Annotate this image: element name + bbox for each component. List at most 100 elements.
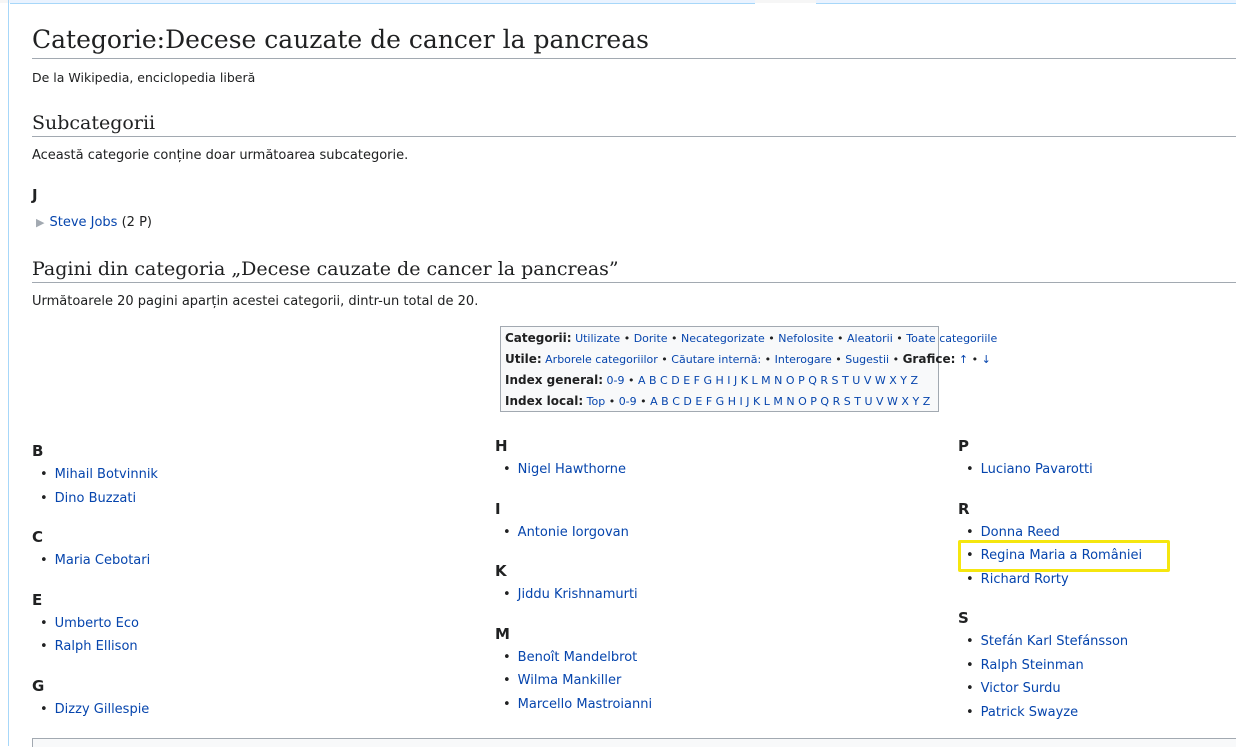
list-item: • Patrick Swayze <box>966 705 1078 720</box>
page-link-dino-buzzati[interactable]: Dino Buzzati <box>55 491 136 506</box>
subcategories-heading: Subcategorii <box>32 110 1236 137</box>
index-link-general-p[interactable]: P <box>798 374 805 387</box>
index-link-local-h[interactable]: H <box>728 395 736 408</box>
page-link-nigel-hawthorne[interactable]: Nigel Hawthorne <box>518 462 626 477</box>
page-link-umberto-eco[interactable]: Umberto Eco <box>55 616 139 631</box>
index-link-local-s[interactable]: S <box>844 395 851 408</box>
index-link-local-top[interactable]: Top <box>587 395 606 408</box>
index-link-general-r[interactable]: R <box>820 374 828 387</box>
subcategory-link-steve-jobs[interactable]: Steve Jobs <box>49 215 117 230</box>
page-link-maria-cebotari[interactable]: Maria Cebotari <box>55 553 151 568</box>
bullet: • <box>40 701 48 717</box>
page-link-marcello-mastroianni[interactable]: Marcello Mastroianni <box>518 697 652 712</box>
index-link-local-i[interactable]: I <box>739 395 742 408</box>
index-link-general-u[interactable]: U <box>852 374 860 387</box>
index-link-local-z[interactable]: Z <box>923 395 931 408</box>
index-link-general-t[interactable]: T <box>842 374 849 387</box>
index-link-local-v[interactable]: V <box>876 395 884 408</box>
page-link-wilma-mankiller[interactable]: Wilma Mankiller <box>518 673 622 688</box>
page-link-ralph-ellison[interactable]: Ralph Ellison <box>55 639 138 654</box>
index-link-cat-toate-categoriile[interactable]: Toate categoriile <box>906 332 997 345</box>
bullet: • <box>966 524 974 540</box>
index-link-general-e[interactable]: E <box>683 374 690 387</box>
index-link-local-m[interactable]: M <box>773 395 783 408</box>
index-link-local-w[interactable]: W <box>887 395 898 408</box>
index-link-general-q[interactable]: Q <box>808 374 817 387</box>
index-link-local-g[interactable]: G <box>716 395 725 408</box>
pages-intro: Următoarele 20 pagini aparțin acestei ca… <box>32 294 479 309</box>
index-link-cat-necategorizate[interactable]: Necategorizate <box>681 332 765 345</box>
index-link-general-x[interactable]: X <box>889 374 897 387</box>
arrow-up-icon[interactable]: ↑ <box>959 353 968 366</box>
index-link-general-k[interactable]: K <box>741 374 748 387</box>
index-link-general-v[interactable]: V <box>864 374 872 387</box>
index-link-general-a[interactable]: A <box>638 374 646 387</box>
index-link-general-g[interactable]: G <box>703 374 712 387</box>
index-link-local-q[interactable]: Q <box>820 395 829 408</box>
letter-heading-b: B <box>32 442 44 460</box>
index-link-general-b[interactable]: B <box>649 374 657 387</box>
index-link-utile-sugestii[interactable]: Sugestii <box>845 353 889 366</box>
index-link-general-h[interactable]: H <box>716 374 724 387</box>
index-link-general-c[interactable]: C <box>660 374 668 387</box>
index-link-general-0-9[interactable]: 0-9 <box>607 374 625 387</box>
index-link-local-d[interactable]: D <box>683 395 691 408</box>
index-link-local-j[interactable]: J <box>746 395 749 408</box>
index-link-local-f[interactable]: F <box>706 395 712 408</box>
index-link-cat-utilizate[interactable]: Utilizate <box>575 332 620 345</box>
page-link-dizzy-gillespie[interactable]: Dizzy Gillespie <box>55 702 150 717</box>
page-link-mihail-botvinnik[interactable]: Mihail Botvinnik <box>55 467 158 482</box>
index-link-general-f[interactable]: F <box>694 374 700 387</box>
index-link-general-n[interactable]: N <box>774 374 782 387</box>
index-link-local-b[interactable]: B <box>661 395 669 408</box>
arrow-down-icon[interactable]: ↓ <box>982 353 991 366</box>
page-link-ralph-steinman[interactable]: Ralph Steinman <box>981 658 1084 673</box>
index-link-local-e[interactable]: E <box>695 395 702 408</box>
list-item: • Maria Cebotari <box>40 553 150 568</box>
list-item: • Richard Rorty <box>966 572 1069 587</box>
index-link-local-n[interactable]: N <box>786 395 794 408</box>
index-link-general-z[interactable]: Z <box>911 374 919 387</box>
letter-heading-h: H <box>495 437 508 455</box>
index-link-cat-dorite[interactable]: Dorite <box>634 332 668 345</box>
main-content: Categorie:Decese cauzate de cancer la pa… <box>32 0 1236 747</box>
index-link-local-c[interactable]: C <box>672 395 680 408</box>
page-link-antonie-iorgovan[interactable]: Antonie Iorgovan <box>518 525 629 540</box>
page-link-stefan-karl-stefansson[interactable]: Stefán Karl Stefánsson <box>981 634 1128 649</box>
index-link-utile-interogare[interactable]: Interogare <box>775 353 832 366</box>
index-link-general-l[interactable]: L <box>752 374 758 387</box>
index-link-general-s[interactable]: S <box>832 374 839 387</box>
page-link-donna-reed[interactable]: Donna Reed <box>981 525 1060 540</box>
page-link-jiddu-krishnamurti[interactable]: Jiddu Krishnamurti <box>518 587 638 602</box>
index-link-local-l[interactable]: L <box>764 395 770 408</box>
index-link-general-w[interactable]: W <box>875 374 886 387</box>
index-link-local-o[interactable]: O <box>798 395 807 408</box>
index-link-cat-nefolosite[interactable]: Nefolosite <box>778 332 833 345</box>
index-link-local-k[interactable]: K <box>753 395 760 408</box>
index-link-local-u[interactable]: U <box>864 395 872 408</box>
index-link-utile-cautare-interna[interactable]: Căutare internă: <box>671 353 761 366</box>
index-link-general-m[interactable]: M <box>761 374 771 387</box>
subcategory-item: ▶ Steve Jobs (2 P) <box>36 215 152 230</box>
index-link-local-y[interactable]: Y <box>912 395 919 408</box>
index-link-local-t[interactable]: T <box>854 395 861 408</box>
index-link-local-r[interactable]: R <box>833 395 841 408</box>
index-link-local-p[interactable]: P <box>810 395 817 408</box>
page-link-benoit-mandelbrot[interactable]: Benoît Mandelbrot <box>518 650 638 665</box>
index-link-cat-aleatorii[interactable]: Aleatorii <box>847 332 893 345</box>
index-link-local-0-9[interactable]: 0-9 <box>619 395 637 408</box>
index-link-general-o[interactable]: O <box>786 374 795 387</box>
page-link-victor-surdu[interactable]: Victor Surdu <box>981 681 1061 696</box>
page-link-luciano-pavarotti[interactable]: Luciano Pavarotti <box>981 462 1093 477</box>
index-link-utile-arborele-categoriilor[interactable]: Arborele categoriilor <box>545 353 658 366</box>
page-link-richard-rorty[interactable]: Richard Rorty <box>981 572 1069 587</box>
index-link-general-i[interactable]: I <box>727 374 730 387</box>
index-link-general-j[interactable]: J <box>734 374 737 387</box>
index-link-local-x[interactable]: X <box>901 395 909 408</box>
list-item: • Victor Surdu <box>966 681 1061 696</box>
index-link-local-a[interactable]: A <box>650 395 658 408</box>
index-link-general-y[interactable]: Y <box>900 374 907 387</box>
page-link-patrick-swayze[interactable]: Patrick Swayze <box>981 705 1078 720</box>
index-link-general-d[interactable]: D <box>671 374 679 387</box>
expand-triangle-icon[interactable]: ▶ <box>36 216 44 229</box>
